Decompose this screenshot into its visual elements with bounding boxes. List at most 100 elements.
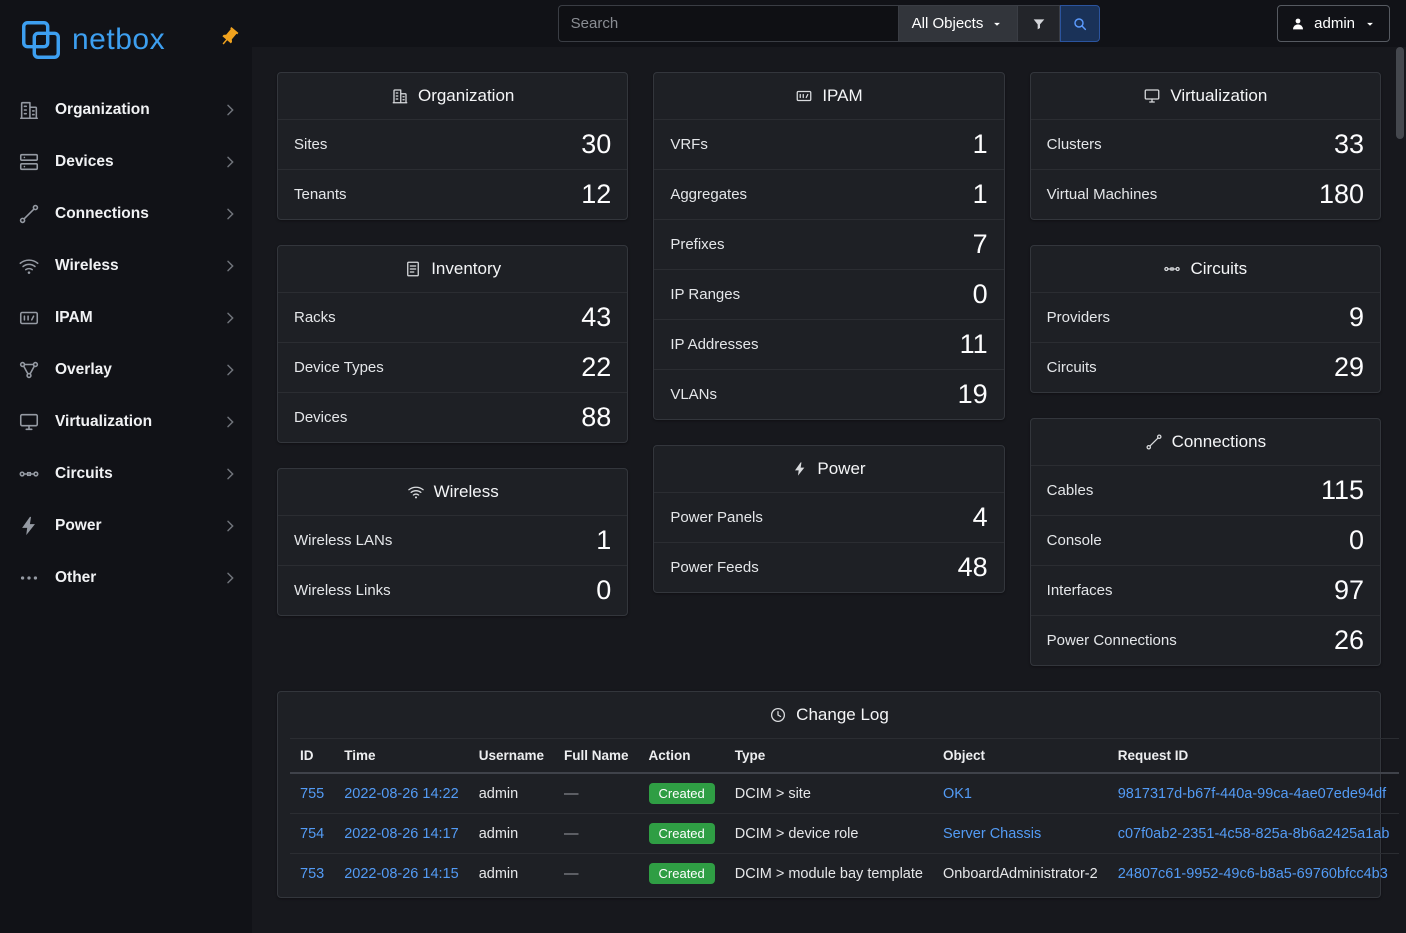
object-link[interactable]: OK1 bbox=[943, 786, 972, 802]
sidebar-item-ipam[interactable]: IPAM bbox=[0, 292, 252, 344]
sidebar-item-wireless[interactable]: Wireless bbox=[0, 240, 252, 292]
card-ipam: IPAM VRFs 1 Aggregates 1 Prefixes 7 bbox=[653, 72, 1004, 420]
stat-label: Racks bbox=[294, 309, 336, 326]
cell-full-name: — bbox=[554, 814, 639, 854]
stat-value[interactable]: 26 bbox=[1334, 625, 1364, 656]
global-search: All Objects bbox=[558, 5, 1101, 42]
stat-value[interactable]: 29 bbox=[1334, 352, 1364, 383]
stat-value[interactable]: 1 bbox=[973, 179, 988, 210]
cell-type: DCIM > device role bbox=[725, 814, 933, 854]
cell-type: DCIM > module bay template bbox=[725, 854, 933, 894]
change-id-link[interactable]: 753 bbox=[300, 866, 324, 882]
sidebar-pin-icon[interactable] bbox=[218, 26, 240, 48]
card-header: Wireless bbox=[278, 469, 627, 515]
stat-row: VLANs 19 bbox=[654, 369, 1003, 419]
stat-value[interactable]: 0 bbox=[596, 575, 611, 606]
stat-label: Power Panels bbox=[670, 509, 763, 526]
column-header-username: Username bbox=[469, 739, 554, 774]
stat-value[interactable]: 7 bbox=[973, 229, 988, 260]
sidebar-item-label: Circuits bbox=[55, 465, 207, 483]
sidebar-item-virtualization[interactable]: Virtualization bbox=[0, 396, 252, 448]
chevron-right-icon bbox=[222, 102, 238, 118]
change-id-link[interactable]: 755 bbox=[300, 786, 324, 802]
stat-value[interactable]: 11 bbox=[960, 329, 988, 360]
change-time-link[interactable]: 2022-08-26 14:17 bbox=[344, 826, 459, 842]
stat-value[interactable]: 180 bbox=[1319, 179, 1364, 210]
object-type-dropdown[interactable]: All Objects bbox=[898, 5, 1019, 42]
stat-value[interactable]: 115 bbox=[1321, 475, 1364, 506]
card-header: Power bbox=[654, 446, 1003, 492]
chevron-right-icon bbox=[222, 362, 238, 378]
card-wireless: Wireless Wireless LANs 1 Wireless Links … bbox=[277, 468, 628, 616]
change-id-link[interactable]: 754 bbox=[300, 826, 324, 842]
action-badge: Created bbox=[649, 783, 715, 804]
stat-value[interactable]: 1 bbox=[973, 129, 988, 160]
sidebar-item-connections[interactable]: Connections bbox=[0, 188, 252, 240]
column-header-fullname: Full Name bbox=[554, 739, 639, 774]
stat-value[interactable]: 88 bbox=[581, 402, 611, 433]
stat-label: Clusters bbox=[1047, 136, 1102, 153]
stat-label: IP Ranges bbox=[670, 286, 740, 303]
sidebar-item-power[interactable]: Power bbox=[0, 500, 252, 552]
stat-label: Prefixes bbox=[670, 236, 724, 253]
card-connections: Connections Cables 115 Console 0 Interfa… bbox=[1030, 418, 1381, 666]
object-type-label: All Objects bbox=[912, 15, 984, 32]
stat-value[interactable]: 43 bbox=[581, 302, 611, 333]
change-time-link[interactable]: 2022-08-26 14:22 bbox=[344, 786, 459, 802]
stat-value[interactable]: 1 bbox=[596, 525, 611, 556]
stat-value[interactable]: 0 bbox=[973, 279, 988, 310]
stat-row: Circuits 29 bbox=[1031, 342, 1380, 392]
stat-value[interactable]: 4 bbox=[973, 502, 988, 533]
sidebar-item-circuits[interactable]: Circuits bbox=[0, 448, 252, 500]
user-menu-button[interactable]: admin bbox=[1277, 5, 1390, 42]
request-id-link[interactable]: 24807c61-9952-49c6-b8a5-69760bfcc4b3 bbox=[1118, 866, 1388, 882]
card-virtualization: Virtualization Clusters 33 Virtual Machi… bbox=[1030, 72, 1381, 220]
stat-row: Aggregates 1 bbox=[654, 169, 1003, 219]
stat-value[interactable]: 22 bbox=[581, 352, 611, 383]
stat-label: Interfaces bbox=[1047, 582, 1113, 599]
chevron-right-icon bbox=[222, 414, 238, 430]
sidebar-item-overlay[interactable]: Overlay bbox=[0, 344, 252, 396]
changelog-row: 755 2022-08-26 14:22 admin — Created DCI… bbox=[290, 773, 1399, 814]
request-id-link[interactable]: c07f0ab2-2351-4c58-825a-8b6a2425a1ab bbox=[1118, 826, 1390, 842]
column-header-action: Action bbox=[639, 739, 725, 774]
stat-row: Clusters 33 bbox=[1031, 119, 1380, 169]
logo[interactable]: netbox bbox=[0, 0, 252, 80]
stat-value[interactable]: 48 bbox=[958, 552, 988, 583]
sidebar-item-devices[interactable]: Devices bbox=[0, 136, 252, 188]
stat-label: Device Types bbox=[294, 359, 384, 376]
vertical-scrollbar[interactable] bbox=[1396, 47, 1404, 139]
stat-value[interactable]: 30 bbox=[581, 129, 611, 160]
stat-label: Tenants bbox=[294, 186, 347, 203]
stat-row: Wireless LANs 1 bbox=[278, 515, 627, 565]
stat-value[interactable]: 33 bbox=[1334, 129, 1364, 160]
stat-value[interactable]: 9 bbox=[1349, 302, 1364, 333]
dots-icon bbox=[18, 567, 40, 589]
stat-value[interactable]: 12 bbox=[581, 179, 611, 210]
cell-full-name: — bbox=[554, 854, 639, 894]
sidebar-item-organization[interactable]: Organization bbox=[0, 84, 252, 136]
monitor-icon bbox=[18, 411, 40, 433]
filter-button[interactable] bbox=[1018, 5, 1060, 42]
card-title: IPAM bbox=[822, 86, 862, 106]
stat-value[interactable]: 19 bbox=[958, 379, 988, 410]
cell-full-name: — bbox=[554, 773, 639, 814]
lightning-icon bbox=[18, 515, 40, 537]
stat-label: Providers bbox=[1047, 309, 1110, 326]
chevron-right-icon bbox=[222, 570, 238, 586]
request-id-link[interactable]: 9817317d-b67f-440a-99ca-4ae07ede94df bbox=[1118, 786, 1386, 802]
object-link[interactable]: Server Chassis bbox=[943, 826, 1041, 842]
stat-value[interactable]: 0 bbox=[1349, 525, 1364, 556]
change-time-link[interactable]: 2022-08-26 14:15 bbox=[344, 866, 459, 882]
search-input[interactable] bbox=[558, 5, 898, 42]
stat-label: Power Feeds bbox=[670, 559, 758, 576]
card-circuits: Circuits Providers 9 Circuits 29 bbox=[1030, 245, 1381, 393]
search-button[interactable] bbox=[1060, 5, 1100, 42]
card-title: Power bbox=[817, 459, 865, 479]
cell-type: DCIM > site bbox=[725, 773, 933, 814]
sidebar-item-other[interactable]: Other bbox=[0, 552, 252, 604]
stat-value[interactable]: 97 bbox=[1334, 575, 1364, 606]
cable-icon bbox=[18, 203, 40, 225]
counter-icon bbox=[795, 87, 813, 105]
column-header-time: Time bbox=[334, 739, 469, 774]
